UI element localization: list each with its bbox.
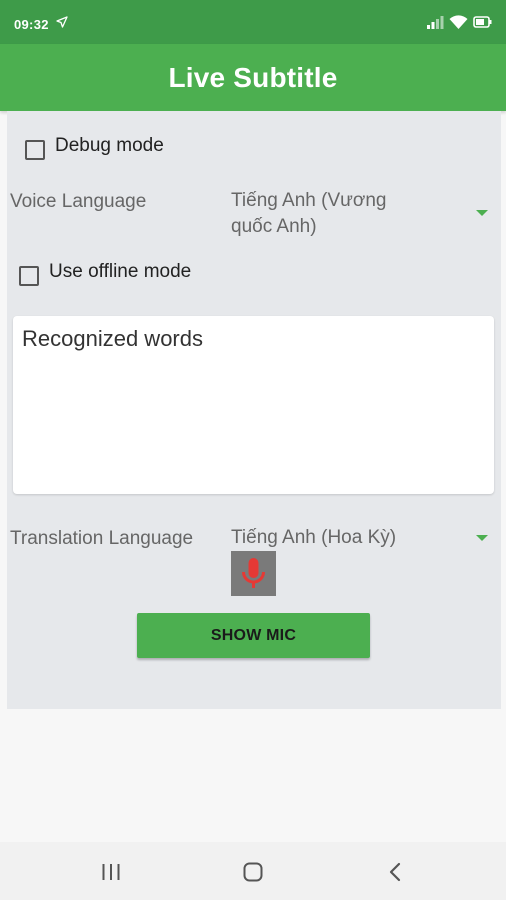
wifi-icon — [449, 15, 468, 29]
recognized-words-box[interactable]: Recognized words — [13, 316, 494, 494]
dropdown-arrow-icon — [476, 535, 488, 541]
app-bar: Live Subtitle — [0, 44, 506, 111]
voice-language-value: Tiếng Anh (Vương quốc Anh) — [231, 190, 387, 237]
dropdown-arrow-icon — [476, 210, 488, 216]
translation-language-label: Translation Language — [10, 528, 194, 549]
home-icon[interactable] — [242, 861, 264, 883]
offline-mode-checkbox[interactable] — [19, 266, 39, 286]
translation-language-spinner[interactable]: Tiếng Anh (Hoa Kỳ) — [227, 522, 493, 554]
show-mic-button[interactable]: SHOW MIC — [137, 613, 370, 658]
navigation-arrow-icon — [56, 16, 68, 28]
offline-mode-label: Use offline mode — [49, 261, 192, 282]
translation-language-value: Tiếng Anh (Hoa Kỳ) — [231, 527, 397, 548]
debug-mode-label: Debug mode — [55, 135, 164, 156]
voice-language-label: Voice Language — [10, 191, 147, 212]
voice-language-spinner[interactable]: Tiếng Anh (Vương quốc Anh) — [227, 185, 493, 243]
settings-panel: Debug mode Voice Language Tiếng Anh (Vươ… — [7, 111, 501, 709]
status-time: 09:32 — [14, 17, 49, 32]
mic-button[interactable] — [231, 551, 276, 596]
recent-apps-icon[interactable] — [100, 861, 122, 883]
app-title: Live Subtitle — [168, 61, 338, 93]
back-icon[interactable] — [385, 861, 407, 883]
signal-icon — [427, 16, 444, 29]
microphone-icon — [242, 558, 265, 588]
status-bar: 09:32 — [0, 0, 506, 44]
system-nav-bar — [0, 842, 506, 900]
recognized-words-text: Recognized words — [22, 326, 203, 351]
debug-mode-checkbox[interactable] — [25, 140, 45, 160]
battery-icon — [473, 16, 492, 28]
